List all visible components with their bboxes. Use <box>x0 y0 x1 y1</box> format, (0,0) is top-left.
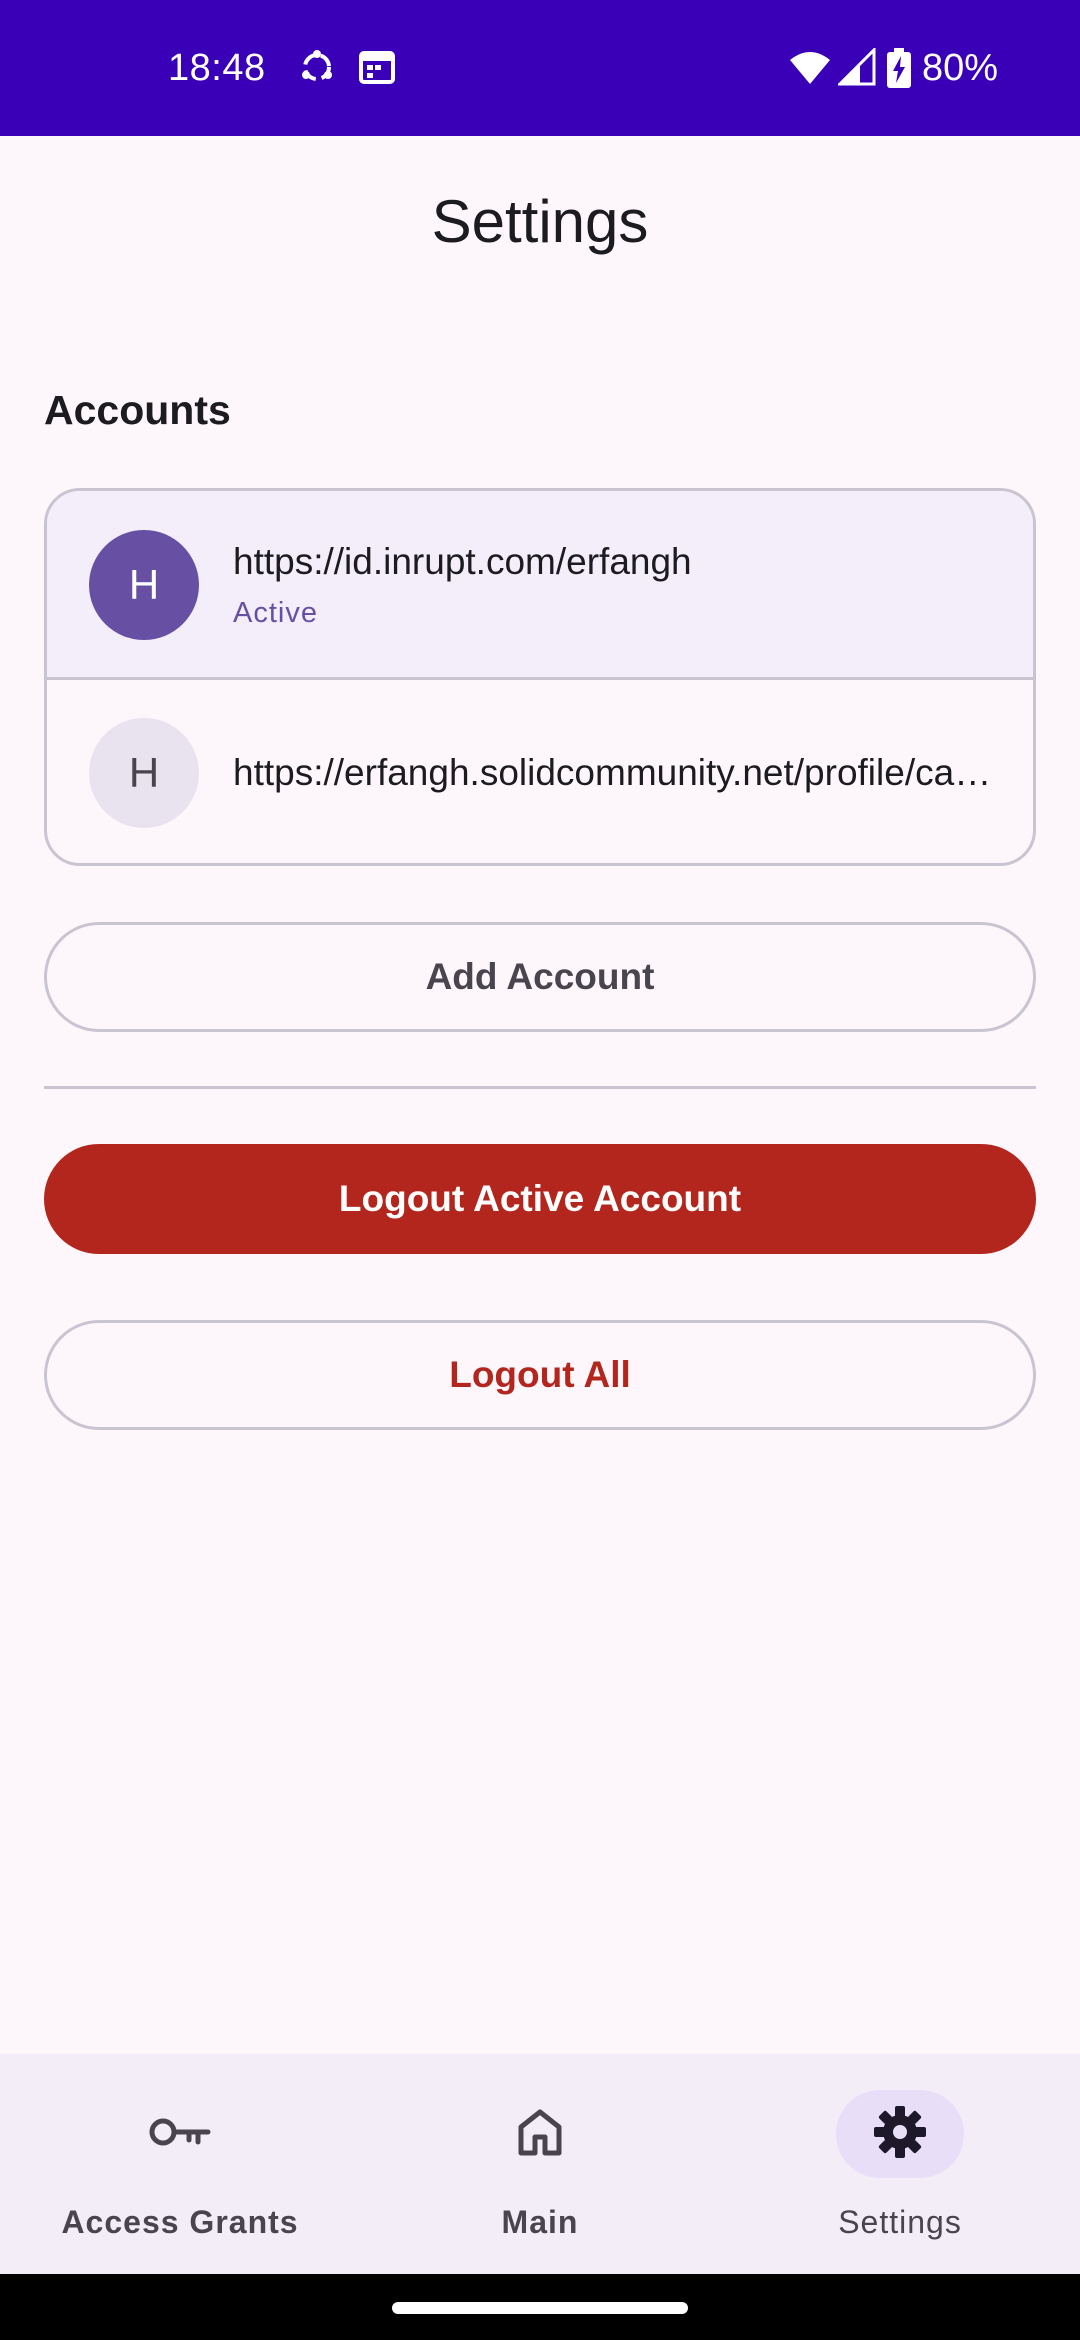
avatar: H <box>89 718 199 828</box>
sync-icon <box>298 48 336 91</box>
logout-all-button[interactable]: Logout All <box>44 1320 1036 1430</box>
account-item[interactable]: H https://erfangh.solidcommunity.net/pro… <box>47 680 1033 863</box>
account-url: https://erfangh.solidcommunity.net/profi… <box>233 752 993 793</box>
nav-label: Main <box>501 2204 579 2240</box>
system-navigation-bar <box>0 2274 1080 2340</box>
nav-label: Settings <box>838 2204 962 2240</box>
account-status-badge: Active <box>233 597 318 629</box>
accounts-section-title: Accounts <box>44 387 231 433</box>
gear-icon <box>872 2104 928 2165</box>
accounts-list: H https://id.inrupt.com/erfangh Active H… <box>44 488 1036 866</box>
account-item-active[interactable]: H https://id.inrupt.com/erfangh Active <box>47 491 1033 677</box>
add-account-button[interactable]: Add Account <box>44 922 1036 1032</box>
status-time: 18:48 <box>168 47 266 89</box>
nav-icon-container <box>476 2090 604 2178</box>
home-gesture-handle[interactable] <box>392 2302 688 2314</box>
key-icon <box>148 2112 212 2157</box>
calendar-icon <box>358 48 396 91</box>
battery-percent: 80% <box>922 47 999 89</box>
battery-charging-icon <box>886 48 912 93</box>
page-title: Settings <box>431 188 649 255</box>
nav-item-main[interactable]: Main <box>360 2054 720 2274</box>
bottom-navigation: Access Grants Main Settings <box>0 2054 1080 2274</box>
avatar: H <box>89 530 199 640</box>
nav-item-access-grants[interactable]: Access Grants <box>0 2054 360 2274</box>
account-url: https://id.inrupt.com/erfangh <box>233 541 692 582</box>
nav-label: Access Grants <box>61 2204 299 2240</box>
home-icon <box>515 2107 565 2162</box>
nav-icon-container <box>836 2090 964 2178</box>
status-bar: 18:48 80% <box>0 0 1080 136</box>
wifi-icon <box>788 48 832 91</box>
logout-active-account-button[interactable]: Logout Active Account <box>44 1144 1036 1254</box>
section-divider <box>44 1086 1036 1089</box>
nav-item-settings[interactable]: Settings <box>720 2054 1080 2274</box>
nav-icon-container <box>116 2090 244 2178</box>
signal-icon <box>836 46 876 91</box>
